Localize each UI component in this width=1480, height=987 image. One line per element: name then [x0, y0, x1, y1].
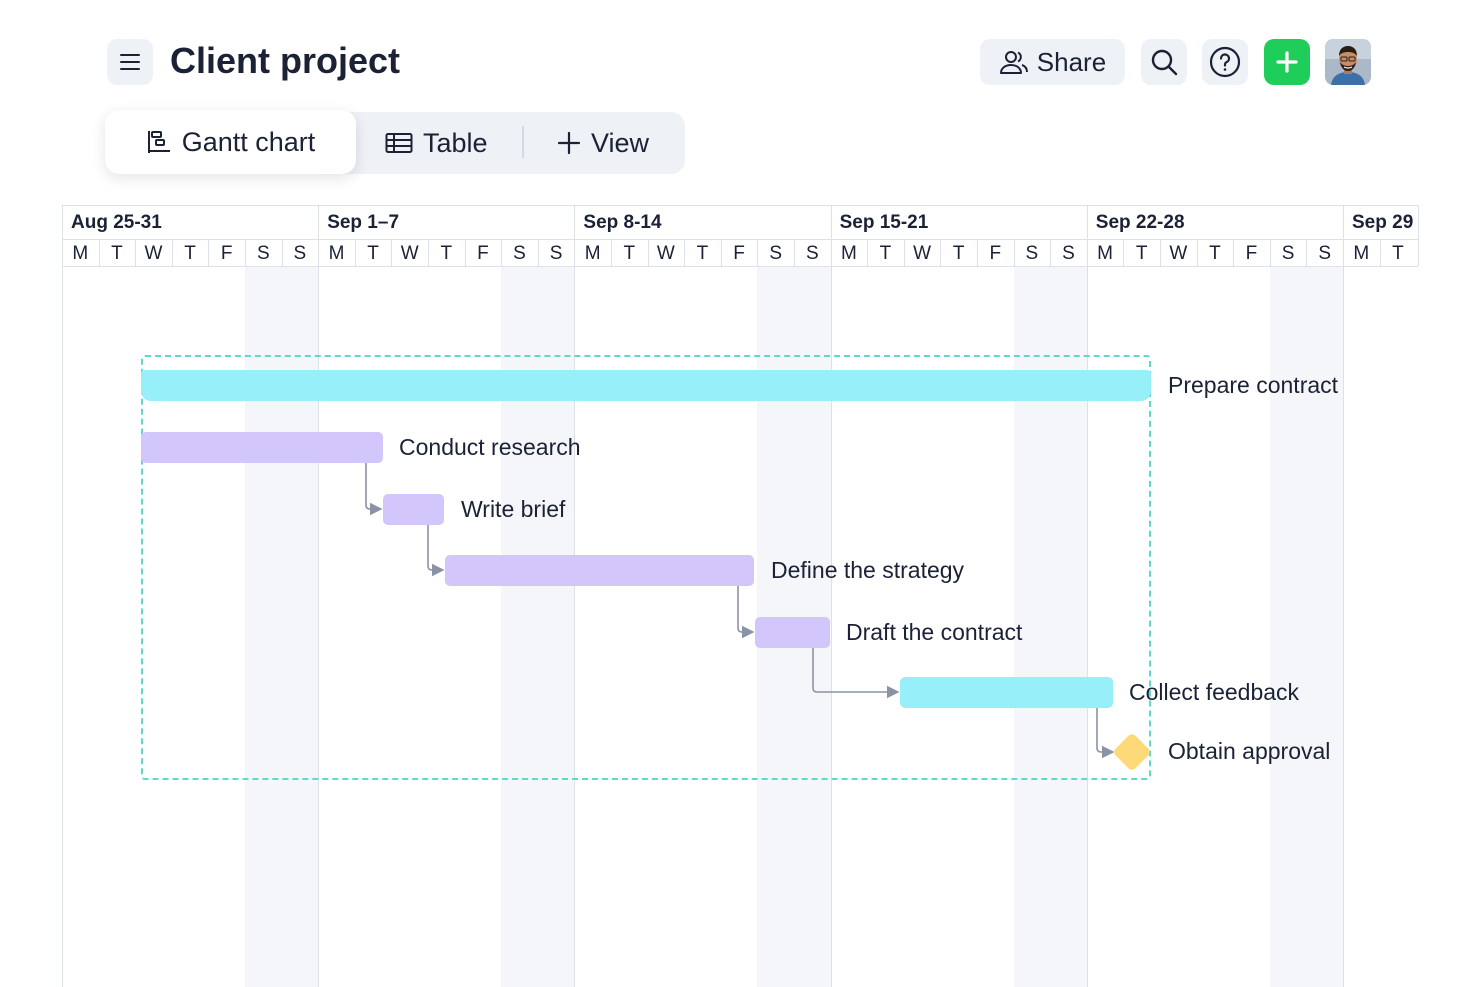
- task-label-prepare-contract: Prepare contract: [1168, 372, 1339, 398]
- gantt-timeline: Aug 25-31 Sep 1–7 Sep 8-14 Sep 15-21 Sep 22-…: [0, 0, 1480, 987]
- task-label-define-strategy: Define the strategy: [771, 557, 965, 583]
- task-label-write-brief: Write brief: [461, 496, 566, 522]
- bar-define-strategy[interactable]: [445, 555, 754, 586]
- task-label-draft-contract: Draft the contract: [846, 619, 1023, 645]
- bar-write-brief[interactable]: [383, 494, 444, 525]
- bar-collect-feedback[interactable]: [900, 677, 1113, 708]
- bar-draft-contract[interactable]: [755, 617, 830, 648]
- task-label-conduct-research: Conduct research: [399, 434, 581, 460]
- task-label-obtain-approval: Obtain approval: [1168, 738, 1331, 764]
- bar-prepare-contract[interactable]: [141, 370, 1151, 401]
- bar-conduct-research[interactable]: [141, 432, 383, 463]
- task-label-collect-feedback: Collect feedback: [1129, 679, 1300, 705]
